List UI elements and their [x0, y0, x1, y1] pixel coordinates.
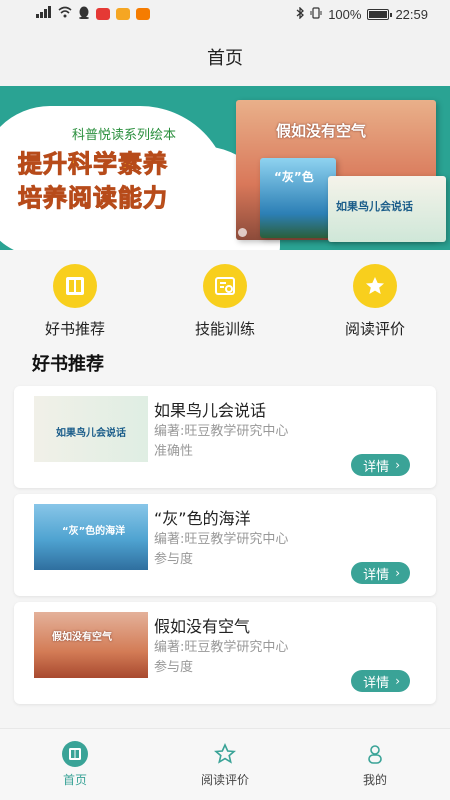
- banner-subtitle: 科普悦读系列绘本: [72, 127, 177, 142]
- tab-label: 我的: [362, 773, 387, 787]
- battery-icon: [367, 8, 393, 20]
- banner-book-cover: 如果鸟儿会说话: [328, 176, 446, 242]
- book-thumbnail: “灰”色的海洋: [34, 504, 148, 570]
- banner-headline-2: 培养阅读能力: [18, 184, 168, 213]
- book-tag: 参与度: [154, 552, 194, 567]
- chevron-right-icon: ›: [395, 458, 400, 472]
- tab-label: 阅读评价: [200, 773, 249, 787]
- quick-nav-skill-training[interactable]: 技能训练: [165, 264, 285, 339]
- battery-percent: 100%: [328, 6, 362, 22]
- tab-home[interactable]: 首页: [15, 741, 135, 788]
- book-list: 如果鸟儿会说话 如果鸟儿会说话 编著:旺豆教学研究中心 准确性 详情 › “灰”…: [0, 380, 450, 704]
- thumbnail-title: 如果鸟儿会说话: [56, 428, 126, 439]
- chevron-right-icon: ›: [395, 674, 400, 688]
- banner-carousel[interactable]: 科普悦读系列绘本 提升科学素养 培养阅读能力 假如没有空气 “灰”色 如果鸟儿会…: [0, 86, 450, 250]
- signal-icon: [36, 6, 52, 22]
- quick-nav-label: 好书推荐: [44, 320, 105, 338]
- quick-nav-reading-evaluation[interactable]: 阅读评价: [315, 264, 435, 339]
- book-thumbnail: 假如没有空气: [34, 612, 148, 678]
- banner-book-title: 如果鸟儿会说话: [336, 200, 413, 213]
- carousel-dot[interactable]: [223, 228, 232, 237]
- book-author: 编著:旺豆教学研究中心: [154, 424, 289, 439]
- book-author: 编著:旺豆教学研究中心: [154, 532, 289, 547]
- details-button[interactable]: 详情 ›: [351, 562, 410, 584]
- details-button-label: 详情: [363, 675, 390, 691]
- bluetooth-icon: [296, 5, 305, 22]
- quick-nav-label: 技能训练: [194, 320, 255, 338]
- qq-notification-icon: [78, 6, 90, 23]
- banner-book-cover: “灰”色: [260, 158, 336, 238]
- details-button[interactable]: 详情 ›: [351, 670, 410, 692]
- app-notification-icon: [96, 8, 110, 20]
- carousel-dot[interactable]: [238, 228, 247, 237]
- section-title: 好书推荐: [32, 354, 104, 375]
- tab-mine[interactable]: 我的: [315, 741, 435, 788]
- person-icon: [362, 741, 388, 767]
- tab-label: 首页: [62, 773, 87, 787]
- book-tag: 准确性: [154, 444, 194, 459]
- details-button-label: 详情: [363, 567, 390, 583]
- book-author: 编著:旺豆教学研究中心: [154, 640, 289, 655]
- carousel-indicator: [208, 228, 247, 237]
- thumbnail-title: “灰”色的海洋: [62, 526, 126, 537]
- star-icon: [212, 741, 238, 767]
- book-card[interactable]: 假如没有空气 假如没有空气 编著:旺豆教学研究中心 参与度 详情 ›: [14, 602, 436, 704]
- tab-reading-evaluation[interactable]: 阅读评价: [165, 741, 285, 788]
- quick-nav-label: 阅读评价: [344, 320, 405, 338]
- bottom-tab-bar: 首页 阅读评价 我的: [0, 728, 450, 800]
- status-right: 100% 22:59: [296, 5, 428, 22]
- vibrate-icon: [310, 6, 322, 22]
- book-title: 假如没有空气: [154, 617, 251, 636]
- book-icon: [62, 741, 88, 767]
- chevron-right-icon: ›: [395, 566, 400, 580]
- details-button-label: 详情: [363, 459, 390, 475]
- book-tag: 参与度: [154, 660, 194, 675]
- status-bar: 100% 22:59: [0, 0, 450, 28]
- book-card[interactable]: “灰”色的海洋 “灰”色的海洋 编著:旺豆教学研究中心 参与度 详情 ›: [14, 494, 436, 596]
- details-button[interactable]: 详情 ›: [351, 454, 410, 476]
- banner-book-title: “灰”色: [274, 170, 314, 184]
- book-thumbnail: 如果鸟儿会说话: [34, 396, 148, 462]
- nav-bar: 首页: [0, 28, 450, 86]
- wifi-icon: [58, 6, 72, 22]
- quick-nav-book-recommend[interactable]: 好书推荐: [15, 264, 135, 339]
- book-title: 如果鸟儿会说话: [154, 401, 267, 420]
- star-icon: [353, 264, 397, 308]
- carousel-dot[interactable]: [208, 228, 217, 237]
- quick-nav: 好书推荐 技能训练 阅读评价: [0, 250, 450, 346]
- app-notification-icon: [116, 8, 130, 20]
- banner-book-title: 假如没有空气: [276, 122, 367, 140]
- app-notification-icon: [136, 8, 150, 20]
- banner-headline-1: 提升科学素养: [18, 150, 168, 179]
- thumbnail-title: 假如没有空气: [52, 632, 112, 643]
- training-icon: [203, 264, 247, 308]
- page-title: 首页: [207, 48, 243, 69]
- book-card[interactable]: 如果鸟儿会说话 如果鸟儿会说话 编著:旺豆教学研究中心 准确性 详情 ›: [14, 386, 436, 488]
- book-icon: [53, 264, 97, 308]
- book-title: “灰”色的海洋: [154, 509, 251, 528]
- status-left: [36, 6, 150, 23]
- clock: 22:59: [395, 6, 428, 22]
